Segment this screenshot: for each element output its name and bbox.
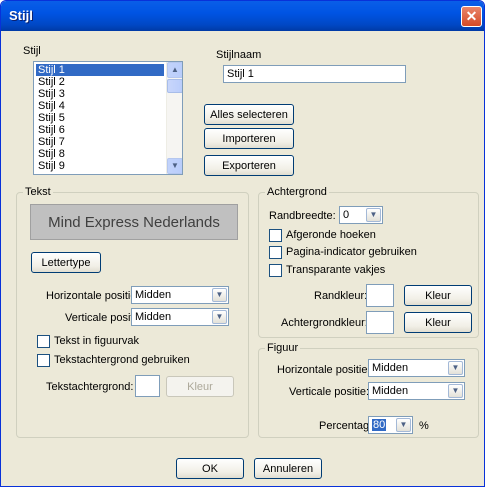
- ok-button[interactable]: OK: [176, 458, 244, 479]
- list-item[interactable]: Stijl 4: [36, 100, 164, 112]
- chevron-down-icon[interactable]: ▼: [396, 418, 411, 432]
- list-scrollbar[interactable]: ▲ ▼: [166, 62, 182, 174]
- import-button[interactable]: Importeren: [204, 128, 294, 149]
- randkleur-button[interactable]: Kleur: [404, 285, 472, 306]
- pagina-indicator-checkbox[interactable]: [269, 246, 282, 259]
- tekst-group-title: Tekst: [23, 186, 53, 198]
- randkleur-swatch[interactable]: [366, 284, 394, 307]
- stijl-label: Stijl: [23, 45, 41, 57]
- tekst-hpos-select[interactable]: Midden ▼: [131, 286, 229, 304]
- achtergrondkleur-swatch[interactable]: [366, 311, 394, 334]
- scroll-thumb[interactable]: [167, 79, 182, 93]
- chevron-down-icon[interactable]: ▼: [212, 288, 227, 302]
- figuurvak-checkbox[interactable]: [37, 335, 50, 348]
- chevron-down-icon[interactable]: ▼: [212, 310, 227, 324]
- achtergrond-group-title: Achtergrond: [265, 186, 329, 198]
- pagina-indicator-label: Pagina-indicator gebruiken: [286, 246, 417, 258]
- chevron-down-icon[interactable]: ▼: [448, 384, 463, 398]
- list-item[interactable]: Stijl 9: [36, 160, 164, 172]
- tekstachtergrond-color-button[interactable]: Kleur: [166, 376, 234, 397]
- stijl-dialog: Stijl ✕ Stijl Stijl 1 Stijl 2 Stijl 3 St…: [0, 0, 485, 487]
- randbreedte-select[interactable]: 0 ▼: [339, 206, 383, 224]
- percentage-value: 80: [372, 419, 387, 431]
- window-title: Stijl: [9, 8, 33, 23]
- tekstachtergrond-swatch[interactable]: [135, 375, 160, 397]
- percentage-unit: %: [419, 420, 429, 432]
- list-item[interactable]: Stijl 1: [35, 63, 165, 77]
- tekst-vpos-select[interactable]: Midden ▼: [131, 308, 229, 326]
- figuur-group-title: Figuur: [265, 342, 301, 354]
- title-bar: Stijl ✕: [1, 1, 484, 31]
- stijlnaam-value: Stijl 1: [227, 68, 254, 80]
- randbreedte-label: Randbreedte:: [269, 210, 336, 222]
- afgeronde-hoeken-checkbox[interactable]: [269, 229, 282, 242]
- list-item[interactable]: Stijl 6: [36, 124, 164, 136]
- randbreedte-value: 0: [343, 209, 350, 221]
- tekst-hpos-label: Horizontale positie:: [46, 290, 140, 302]
- list-item[interactable]: Stijl 8: [36, 148, 164, 160]
- text-preview: Mind Express Nederlands: [30, 204, 238, 240]
- figuur-vpos-value: Midden: [372, 385, 409, 397]
- figuurvak-label: Tekst in figuurvak: [54, 335, 139, 347]
- figuur-hpos-select[interactable]: Midden ▼: [368, 359, 465, 377]
- chevron-down-icon[interactable]: ▼: [448, 361, 463, 375]
- stijlnaam-label: Stijlnaam: [216, 49, 262, 61]
- tekstachtergrond-checkbox[interactable]: [37, 354, 50, 367]
- stijl-listbox[interactable]: Stijl 1 Stijl 2 Stijl 3 Stijl 4 Stijl 5 …: [33, 61, 183, 175]
- tekst-hpos-value: Midden: [135, 289, 172, 301]
- cancel-button[interactable]: Annuleren: [254, 458, 322, 479]
- transparante-vakjes-checkbox[interactable]: [269, 264, 282, 277]
- randkleur-label: Randkleur:: [314, 290, 368, 302]
- close-icon: ✕: [465, 8, 478, 24]
- achtergrondkleur-button[interactable]: Kleur: [404, 312, 472, 333]
- tekst-vpos-value: Midden: [135, 311, 172, 323]
- achtergrondkleur-label: Achtergrondkleur:: [281, 317, 368, 329]
- transparante-vakjes-label: Transparante vakjes: [286, 264, 386, 276]
- stijlnaam-input[interactable]: Stijl 1: [223, 65, 406, 83]
- figuur-hpos-label: Horizontale positie:: [277, 364, 371, 376]
- list-item[interactable]: Stijl 7: [36, 136, 164, 148]
- scroll-down-icon[interactable]: ▼: [167, 158, 182, 174]
- font-button[interactable]: Lettertype: [31, 252, 101, 273]
- scroll-up-icon[interactable]: ▲: [167, 62, 182, 78]
- export-button[interactable]: Exporteren: [204, 155, 294, 176]
- list-item[interactable]: Stijl 5: [36, 112, 164, 124]
- percentage-select[interactable]: 80 ▼: [368, 416, 413, 434]
- figuur-vpos-select[interactable]: Midden ▼: [368, 382, 465, 400]
- figuur-vpos-label: Verticale positie:: [289, 386, 370, 398]
- select-all-button[interactable]: Alles selecteren: [204, 104, 294, 125]
- close-button[interactable]: ✕: [461, 6, 482, 27]
- tekstachtergrond-color-label: Tekstachtergrond:: [46, 381, 134, 393]
- afgeronde-hoeken-label: Afgeronde hoeken: [286, 229, 376, 241]
- list-item[interactable]: Stijl 2: [36, 76, 164, 88]
- figuur-hpos-value: Midden: [372, 362, 409, 374]
- chevron-down-icon[interactable]: ▼: [366, 208, 381, 222]
- list-item[interactable]: Stijl 3: [36, 88, 164, 100]
- tekstachtergrond-label: Tekstachtergrond gebruiken: [54, 354, 190, 366]
